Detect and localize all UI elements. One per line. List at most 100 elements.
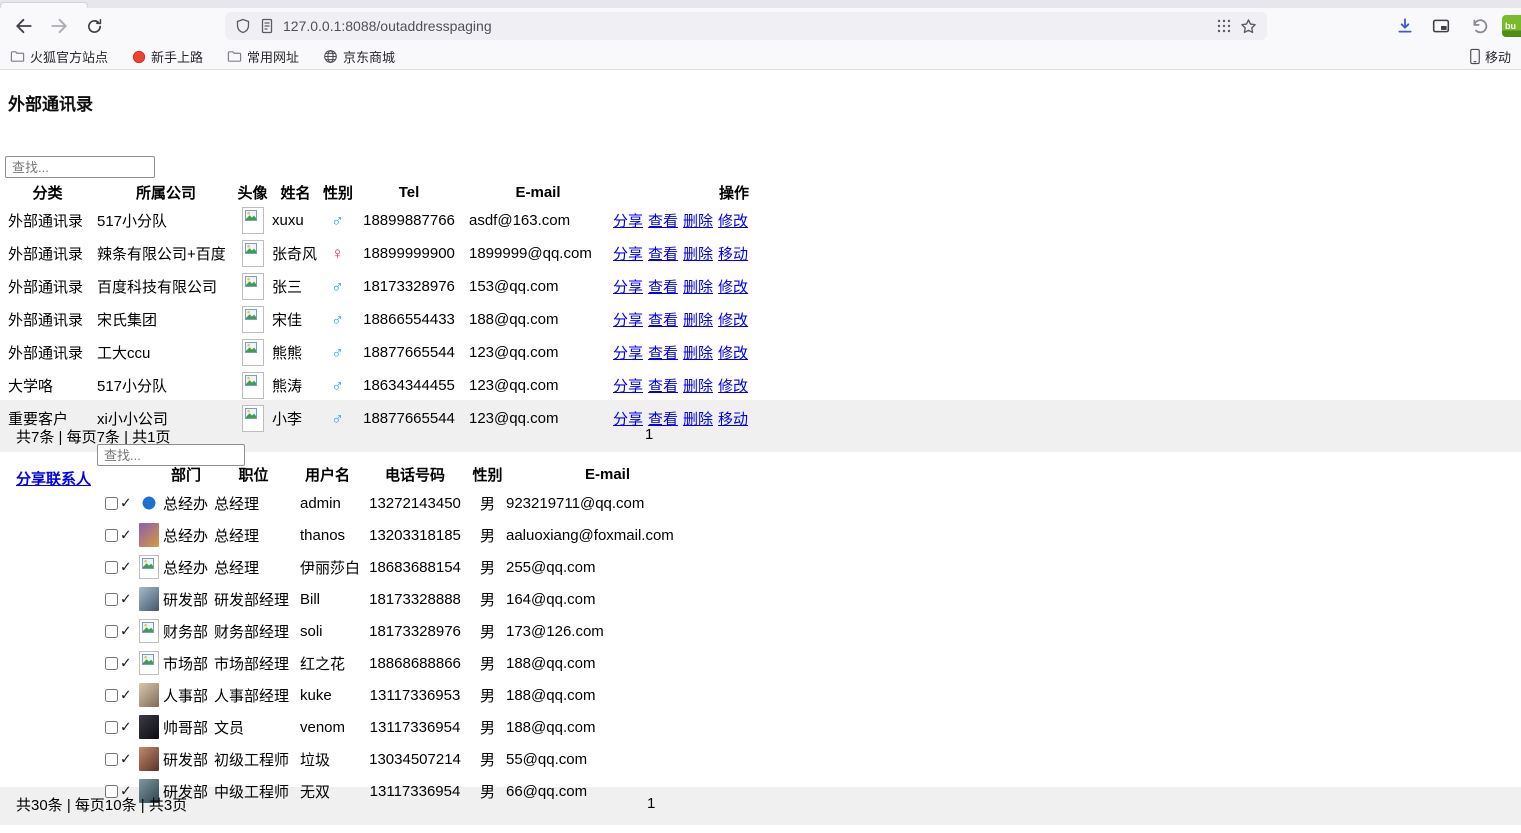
phone-cell: 13034507214 <box>369 750 461 768</box>
email-cell: 164@qq.com <box>506 590 596 608</box>
select-checkbox[interactable] <box>105 624 118 638</box>
select-checkbox[interactable] <box>105 720 118 734</box>
edit-link[interactable]: 修改 <box>718 213 748 230</box>
avatar-photo <box>138 747 159 771</box>
gender-cell: 男 <box>479 719 495 737</box>
url-bar[interactable]: 127.0.0.1:8088/outaddresspaging <box>225 12 1267 40</box>
company-cell: 517小分队 <box>97 213 168 230</box>
broken-image-glyph <box>244 276 257 287</box>
bookmark-label: 新手上路 <box>151 50 204 65</box>
back-button[interactable] <box>10 12 38 40</box>
reload-button[interactable] <box>80 12 108 40</box>
edit-link[interactable]: 修改 <box>718 279 748 296</box>
select-checkbox[interactable] <box>105 528 118 542</box>
name-cell: xuxu <box>272 212 304 229</box>
red-circle-icon <box>132 50 146 63</box>
share-link[interactable]: 分享 <box>613 345 643 362</box>
gender-cell: 男 <box>479 559 495 577</box>
select-checkbox[interactable] <box>105 592 118 606</box>
broken-image-glyph <box>244 210 257 221</box>
delete-link[interactable]: 删除 <box>683 246 713 263</box>
view-link[interactable]: 查看 <box>648 345 678 362</box>
url-text[interactable]: 127.0.0.1:8088/outaddresspaging <box>283 18 492 34</box>
tab-strip <box>0 0 1521 8</box>
share-link[interactable]: 分享 <box>613 312 643 329</box>
check-mark: ✓ <box>120 654 132 671</box>
downloads-button[interactable] <box>1393 14 1417 38</box>
edit-link[interactable]: 修改 <box>718 345 748 362</box>
gender-cell: ♀ <box>323 237 352 270</box>
share-contact-row: ✓ 帅哥部 文员 venom 13117336954 男 188@qq.com <box>103 711 710 743</box>
page-number[interactable]: 1 <box>645 426 653 443</box>
category-cell: 外部通讯录 <box>8 312 84 329</box>
delete-link[interactable]: 删除 <box>683 312 713 329</box>
forward-button[interactable] <box>45 12 73 40</box>
contact-row: 外部通讯录 百度科技有限公司 张三 ♂ 18173328976 153@qq.com 分享查… <box>0 270 757 303</box>
edit-link[interactable]: 修改 <box>718 312 748 329</box>
gender-cell: 男 <box>479 527 495 545</box>
view-link[interactable]: 查看 <box>648 246 678 263</box>
gender-cell: ♂ <box>323 369 352 402</box>
bookmark-label: 常用网址 <box>247 50 300 65</box>
reload-icon <box>87 18 101 33</box>
select-checkbox[interactable] <box>105 656 118 670</box>
email-cell: 188@qq.com <box>506 654 596 672</box>
gender-cell: 男 <box>479 591 495 609</box>
gender-cell: ♂ <box>323 336 352 369</box>
delete-link[interactable]: 删除 <box>683 213 713 230</box>
share-search-input[interactable] <box>97 444 245 466</box>
view-link[interactable]: 查看 <box>648 279 678 296</box>
extension-badge[interactable]: bu <box>1502 15 1521 37</box>
share-link[interactable]: 分享 <box>613 411 643 428</box>
gender-cell: 男 <box>479 687 495 705</box>
move-link[interactable]: 移动 <box>718 411 748 428</box>
share-link[interactable]: 分享 <box>613 378 643 395</box>
bookmark-item-firefox-official[interactable]: 火狐官方站点 <box>10 47 108 66</box>
bookmark-item-jd[interactable]: 京东商城 <box>323 47 395 66</box>
select-checkbox[interactable] <box>105 560 118 574</box>
view-link[interactable]: 查看 <box>648 378 678 395</box>
email-cell: 55@qq.com <box>506 750 588 768</box>
page-number[interactable]: 1 <box>647 795 655 812</box>
actions-cell: 分享 查看 删除 修改 <box>610 303 757 336</box>
bookmark-item-common-sites[interactable]: 常用网址 <box>227 47 299 66</box>
bookmark-star-icon[interactable] <box>1240 18 1257 35</box>
extensions-icon[interactable] <box>1216 18 1232 34</box>
gender-cell: 男 <box>479 495 495 513</box>
view-link[interactable]: 查看 <box>648 213 678 230</box>
broken-image-glyph <box>141 558 154 569</box>
select-checkbox[interactable] <box>105 496 118 510</box>
avatar-photo <box>138 587 159 611</box>
share-link[interactable]: 分享 <box>613 279 643 296</box>
delete-link[interactable]: 删除 <box>683 411 713 428</box>
move-link[interactable]: 移动 <box>718 246 748 263</box>
bookmark-item-getting-started[interactable]: 新手上路 <box>132 47 203 66</box>
avatar-photo <box>138 683 159 707</box>
male-icon: ♂ <box>331 408 344 428</box>
select-checkbox[interactable] <box>105 688 118 702</box>
share-link[interactable]: 分享 <box>613 246 643 263</box>
delete-link[interactable]: 删除 <box>683 345 713 362</box>
share-link[interactable]: 分享 <box>613 213 643 230</box>
picture-in-picture-button[interactable] <box>1429 14 1453 38</box>
undo-button[interactable] <box>1468 14 1492 38</box>
browser-toolbar: 127.0.0.1:8088/outaddresspaging bu <box>0 8 1521 44</box>
title-cell: 财务部经理 <box>214 623 290 641</box>
view-link[interactable]: 查看 <box>648 312 678 329</box>
broken-image-glyph <box>244 309 257 320</box>
edit-link[interactable]: 修改 <box>718 378 748 395</box>
delete-link[interactable]: 删除 <box>683 378 713 395</box>
share-contacts-link[interactable]: 分享联系人 <box>16 468 91 489</box>
dept-cell: 市场部 <box>163 655 209 673</box>
bookmark-item-mobile[interactable]: 移动 <box>1469 47 1511 66</box>
search-input[interactable] <box>5 156 155 178</box>
checkbox-cell: ✓ <box>103 647 137 679</box>
gender-cell: 男 <box>479 751 495 769</box>
delete-link[interactable]: 删除 <box>683 279 713 296</box>
page-info-icon[interactable] <box>259 18 275 34</box>
share-contact-row: ✓ 总经办 总经理 thanos 13203318185 男 aaluoxiang@foxm… <box>103 519 710 551</box>
broken-image-icon <box>241 405 264 432</box>
category-cell: 外部通讯录 <box>8 213 84 230</box>
shield-icon[interactable] <box>235 18 251 34</box>
select-checkbox[interactable] <box>105 752 118 766</box>
